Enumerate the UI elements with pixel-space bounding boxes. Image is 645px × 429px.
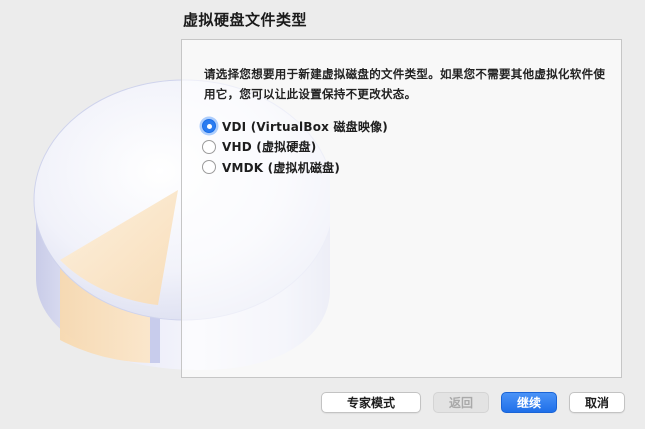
radio-dot-icon [206, 123, 212, 129]
expert-mode-button[interactable]: 专家模式 [321, 392, 421, 413]
content-panel: 请选择您想要用于新建虚拟磁盘的文件类型。如果您不需要其他虚拟化软件使用它，您可以… [181, 39, 622, 378]
radio-button-selected[interactable] [202, 119, 216, 133]
description-text: 请选择您想要用于新建虚拟磁盘的文件类型。如果您不需要其他虚拟化软件使用它，您可以… [204, 67, 606, 101]
option-label-vhd: VHD (虚拟硬盘) [222, 140, 317, 154]
back-button[interactable]: 返回 [433, 392, 489, 413]
radio-button[interactable] [202, 139, 216, 154]
option-vhd[interactable]: VHD (虚拟硬盘) [202, 137, 388, 157]
option-label-vdi: VDI (VirtualBox 磁盘映像) [222, 119, 388, 134]
option-label-vmdk: VMDK (虚拟机磁盘) [222, 160, 341, 175]
continue-button[interactable]: 继续 [501, 392, 557, 413]
option-vmdk[interactable]: VMDK (虚拟机磁盘) [202, 157, 388, 177]
option-vdi[interactable]: VDI (VirtualBox 磁盘映像) [202, 116, 388, 136]
radio-button[interactable] [202, 160, 216, 174]
file-type-radio-group: VDI (VirtualBox 磁盘映像) VHD (虚拟硬盘) VMDK (虚… [202, 116, 388, 178]
cancel-button[interactable]: 取消 [569, 392, 625, 413]
page-title: 虚拟硬盘文件类型 [183, 11, 308, 29]
